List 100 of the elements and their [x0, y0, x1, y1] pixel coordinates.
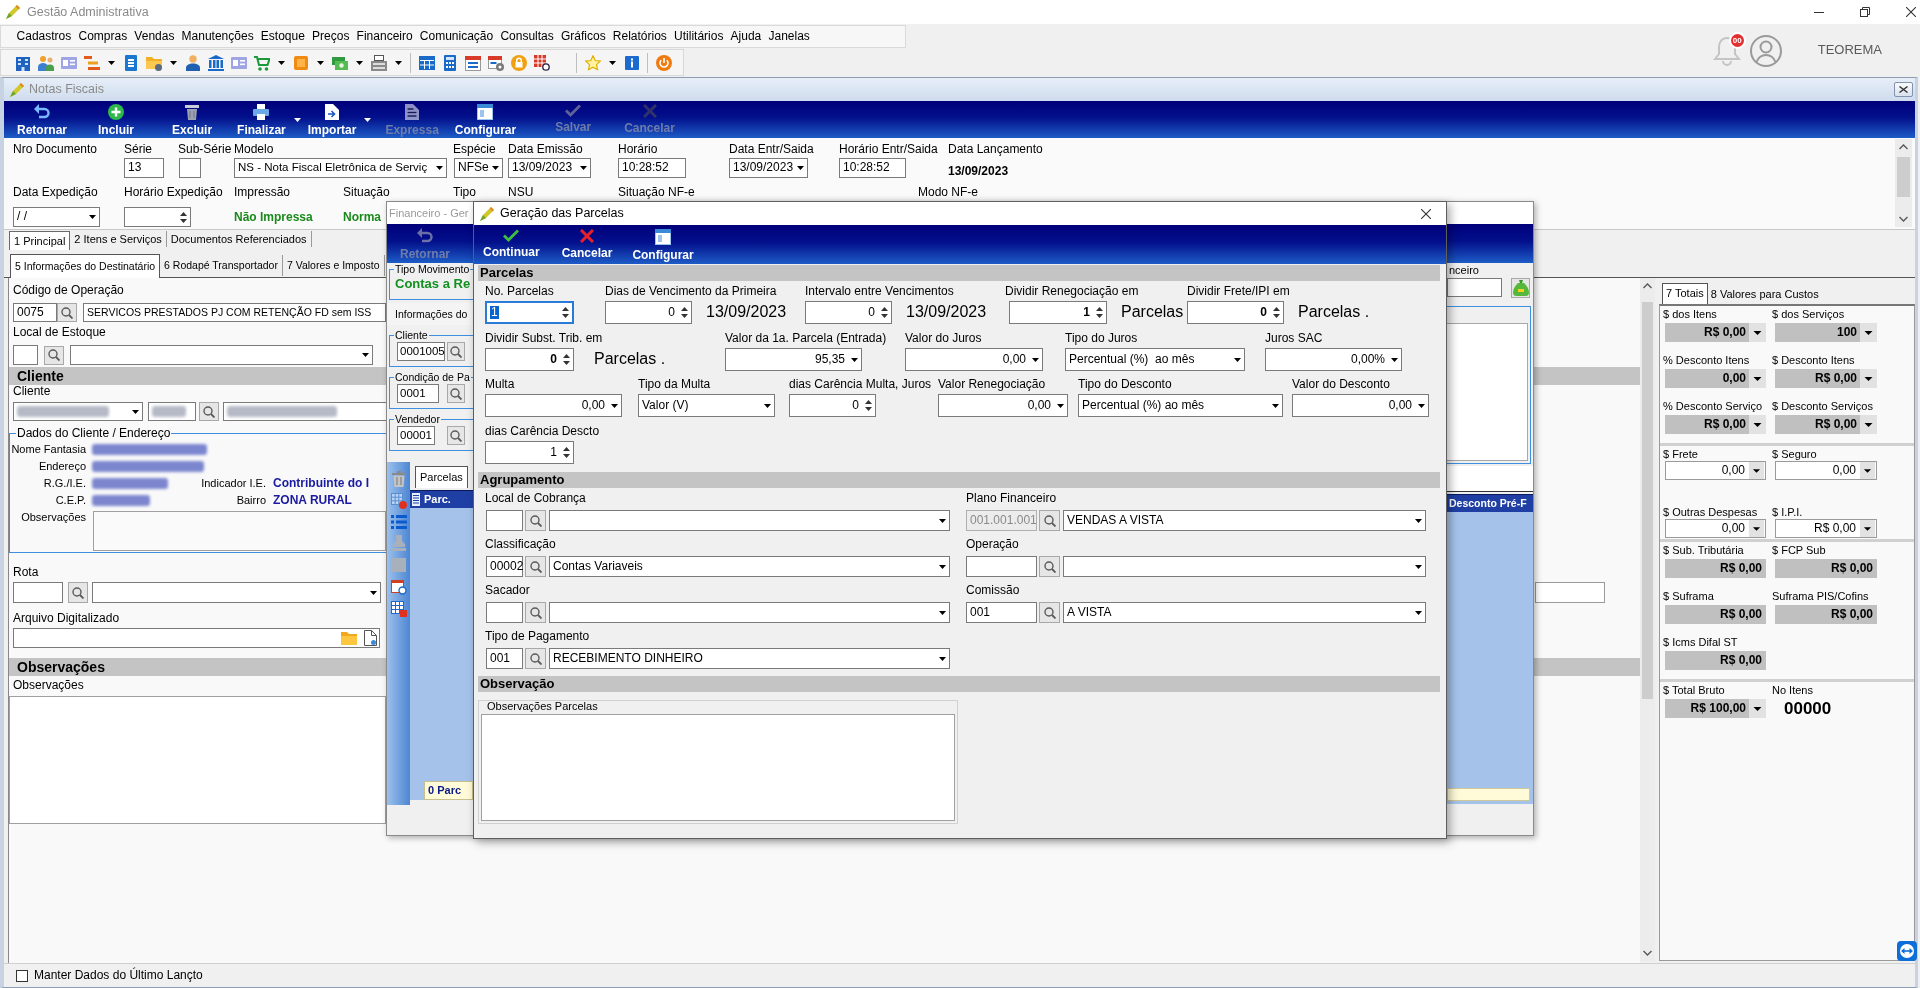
spin-field[interactable]: 0: [485, 348, 574, 371]
menu-item[interactable]: Utilitários: [670, 29, 727, 44]
search-button[interactable]: [57, 303, 77, 322]
people-icon[interactable]: [37, 54, 54, 71]
search-button[interactable]: [525, 556, 546, 577]
input-field[interactable]: 0001: [397, 384, 439, 403]
menu-item[interactable]: Relatórios: [609, 29, 671, 44]
dropdown-field[interactable]: 100: [1775, 323, 1877, 342]
table-search-icon[interactable]: [533, 54, 550, 71]
dropdown-field[interactable]: 0,00: [938, 394, 1068, 417]
tab[interactable]: 7 Valores e Imposto: [282, 255, 385, 276]
spin-field[interactable]: 0: [605, 301, 692, 324]
menu-item[interactable]: Gráficos: [557, 29, 610, 44]
dropdown-field[interactable]: NS - Nota Fiscal Eletrônica de Serviç: [234, 158, 447, 178]
calendar-icon[interactable]: [487, 54, 504, 71]
search-button[interactable]: [199, 402, 219, 421]
input-field[interactable]: 10:28:52: [839, 158, 906, 178]
money-icon[interactable]: [331, 54, 348, 71]
caret-icon[interactable]: [355, 60, 363, 65]
dropdown-field[interactable]: R$ 0,00: [1775, 369, 1877, 388]
dropdown-field[interactable]: 0,00: [1292, 394, 1429, 417]
dropdown-field[interactable]: [13, 402, 143, 421]
caret-icon[interactable]: [608, 60, 616, 65]
input-field[interactable]: [13, 345, 38, 365]
notification-badge[interactable]: 00: [1728, 31, 1746, 49]
dropdown-field[interactable]: R$ 0,00: [1665, 323, 1766, 342]
dropdown-field[interactable]: Percentual (%) ao mês: [1078, 394, 1283, 417]
dropdown-field[interactable]: NFSe: [454, 158, 503, 178]
dropdown-field[interactable]: Valor (V): [638, 394, 775, 417]
building-icon[interactable]: [14, 54, 31, 71]
tab[interactable]: 7 Totais: [1662, 283, 1708, 304]
table-icon[interactable]: [418, 54, 435, 71]
dropdown-field[interactable]: [1063, 556, 1426, 577]
dropdown-field[interactable]: [549, 510, 950, 531]
menu-item[interactable]: Vendas: [130, 29, 178, 44]
menu-item[interactable]: Consultas: [496, 29, 558, 44]
input-field[interactable]: 0001005: [397, 342, 445, 361]
bell-icon[interactable]: [1712, 34, 1741, 67]
input-field[interactable]: [179, 158, 201, 178]
double-arrow-icon[interactable]: [1897, 941, 1917, 961]
menu-item[interactable]: Preços: [308, 29, 353, 44]
info-icon[interactable]: [623, 54, 640, 71]
input-field[interactable]: 13: [124, 158, 164, 178]
search-button[interactable]: [1039, 556, 1060, 577]
search-button[interactable]: [1039, 510, 1060, 531]
caret-icon[interactable]: [364, 118, 372, 122]
input-field[interactable]: [13, 628, 380, 648]
menu-item[interactable]: Ajuda: [727, 29, 765, 44]
toolbar-button[interactable]: Incluir: [98, 101, 135, 136]
dropdown-field[interactable]: [92, 582, 381, 603]
menu-item[interactable]: Janelas: [764, 29, 814, 44]
spin-field[interactable]: 1: [485, 441, 574, 464]
menu-item[interactable]: Cadastros: [13, 29, 75, 44]
caret-icon[interactable]: [394, 60, 402, 65]
menu-item[interactable]: Financeiro: [353, 29, 417, 44]
dropdown-field[interactable]: Percentual (%) ao mês: [1065, 348, 1245, 371]
text-area[interactable]: [9, 696, 386, 824]
star-icon[interactable]: [584, 54, 601, 71]
toolbar-button[interactable]: Configurar: [454, 101, 517, 136]
caret-icon[interactable]: [107, 60, 115, 65]
list-icon[interactable]: [390, 515, 407, 529]
dropdown-field[interactable]: 13/09/2023: [729, 158, 808, 178]
spin-field[interactable]: 1: [485, 301, 574, 324]
spin-field[interactable]: 0: [805, 301, 892, 324]
search-button[interactable]: [447, 426, 465, 445]
search-button[interactable]: [1039, 602, 1060, 623]
toolbar-button[interactable]: Retornar: [17, 101, 67, 136]
dropdown-field[interactable]: RECEBIMENTO DINHEIRO: [549, 648, 950, 669]
input-field[interactable]: 001: [486, 648, 523, 669]
menu-item[interactable]: Manutenções: [178, 29, 258, 44]
tab[interactable]: 8 Valores para Custos: [1707, 285, 1822, 304]
dropdown-field[interactable]: [70, 345, 373, 365]
caret-icon[interactable]: [316, 60, 324, 65]
grid-remove-icon[interactable]: [390, 493, 407, 509]
dropdown-field[interactable]: 0,00: [485, 394, 622, 417]
checkbox[interactable]: [16, 969, 28, 982]
cash-register-icon[interactable]: [370, 54, 387, 71]
dropdown-field[interactable]: R$ 0,00: [1665, 415, 1766, 434]
dropdown-field[interactable]: 0,00: [1665, 369, 1766, 388]
text-area[interactable]: [93, 511, 386, 551]
input-field[interactable]: 10:28:52: [618, 158, 686, 178]
menu-item[interactable]: Estoque: [257, 29, 309, 44]
input-field[interactable]: [13, 582, 63, 603]
search-button[interactable]: [525, 602, 546, 623]
spin-field[interactable]: 1: [1009, 301, 1107, 324]
dropdown-field[interactable]: 0,00: [1665, 461, 1766, 480]
input-field[interactable]: 00002: [486, 556, 523, 577]
bank-icon[interactable]: [207, 54, 224, 71]
input-field[interactable]: 0075: [13, 303, 57, 322]
dropdown-field[interactable]: VENDAS A VISTA: [1063, 510, 1426, 531]
toolbar-button[interactable]: Cancelar: [561, 225, 613, 259]
dropdown-field[interactable]: / /: [13, 207, 100, 227]
dropdown-field[interactable]: Contas Variaveis: [549, 556, 950, 577]
scrollbar[interactable]: [1895, 139, 1912, 227]
input-field[interactable]: [966, 556, 1037, 577]
spin-field[interactable]: 0: [1187, 301, 1284, 324]
toolbar-button[interactable]: Configurar: [632, 225, 694, 261]
power-icon[interactable]: [655, 54, 672, 71]
spin-field[interactable]: 0: [789, 394, 876, 417]
calendar-search-icon[interactable]: [390, 579, 407, 595]
